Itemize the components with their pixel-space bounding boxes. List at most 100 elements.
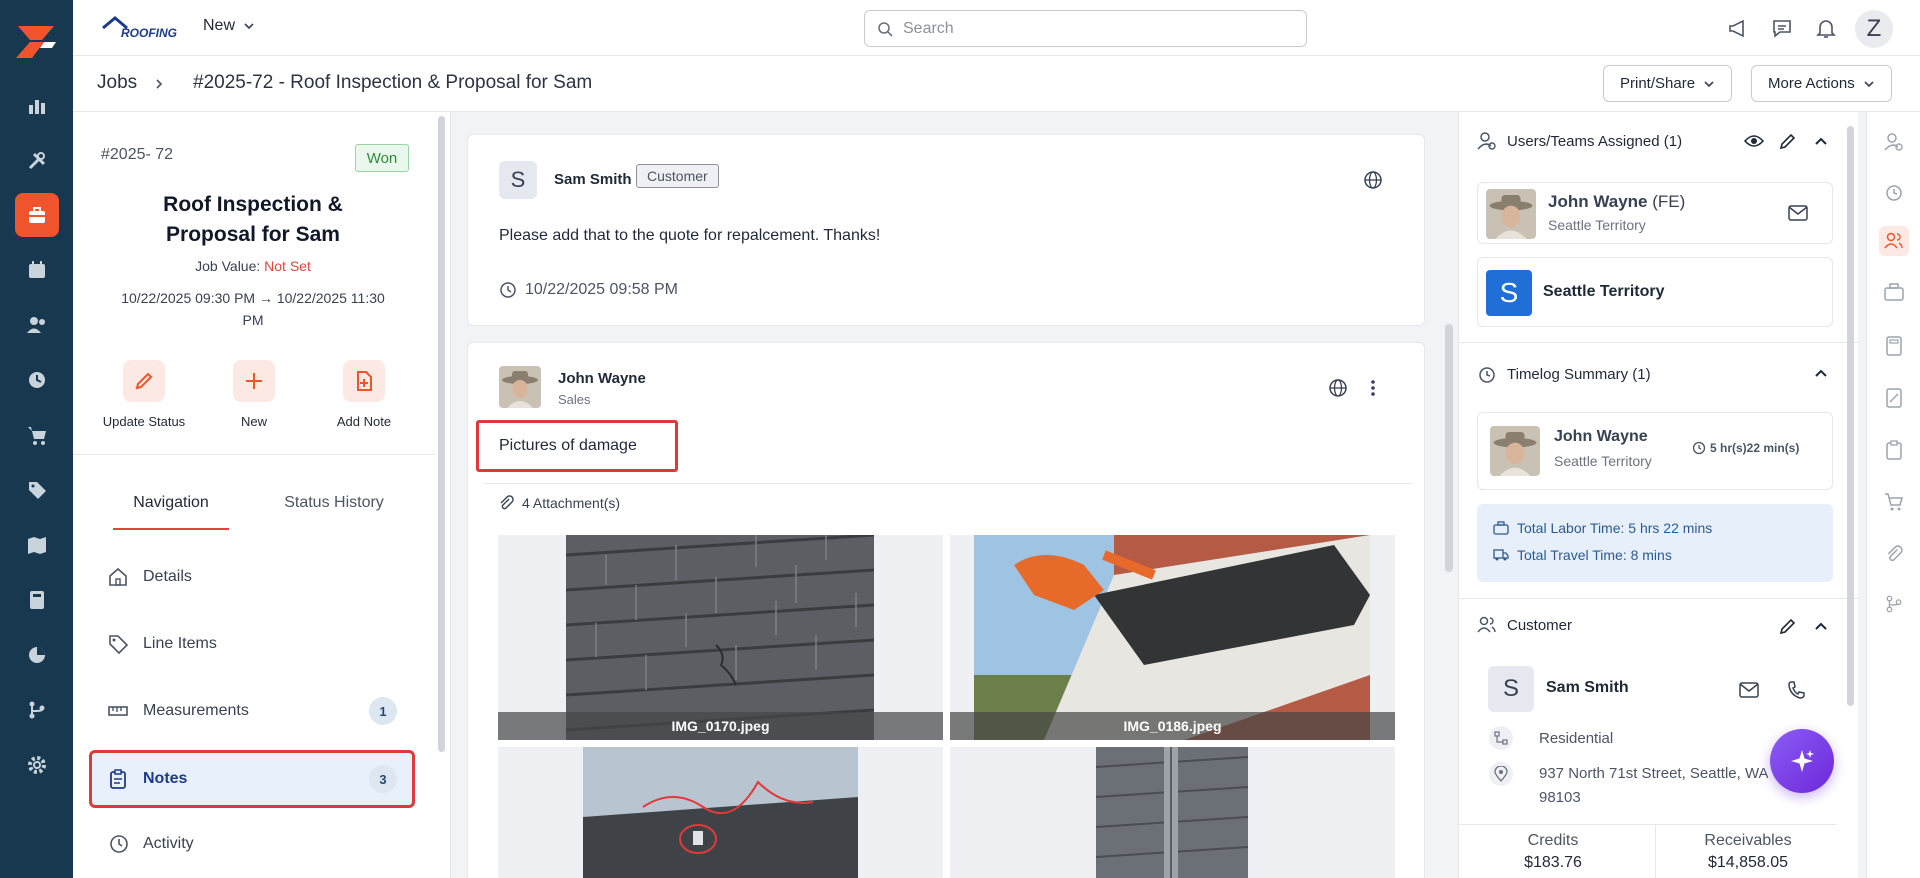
chat-icon[interactable] bbox=[1768, 14, 1796, 42]
add-note-button[interactable]: Add Note bbox=[309, 360, 419, 429]
nav-item-label: Notes bbox=[143, 770, 188, 787]
tab-navigation[interactable]: Navigation bbox=[113, 490, 229, 530]
pencil-icon[interactable] bbox=[1779, 617, 1797, 635]
assigned-team-card[interactable]: S Seattle Territory bbox=[1477, 257, 1833, 327]
attachment-image[interactable] bbox=[950, 747, 1395, 878]
briefcase-icon[interactable] bbox=[1880, 278, 1908, 306]
pencil-icon[interactable] bbox=[1779, 132, 1797, 150]
add-document-icon bbox=[343, 360, 385, 402]
print-share-label: Print/Share bbox=[1620, 75, 1696, 92]
note-author: John Wayne bbox=[558, 370, 646, 387]
globe-icon[interactable] bbox=[1328, 378, 1348, 398]
timer-icon[interactable] bbox=[1880, 178, 1908, 206]
total-labor-row: Total Labor Time: 5 hrs 22 mins bbox=[1493, 520, 1712, 536]
assigned-user-card[interactable]: John Wayne (FE) Seattle Territory bbox=[1477, 182, 1833, 244]
new-menu[interactable]: New bbox=[203, 17, 255, 35]
divider bbox=[1459, 342, 1859, 343]
new-button[interactable]: New bbox=[199, 360, 309, 429]
megaphone-icon[interactable] bbox=[1724, 14, 1752, 42]
cart-icon[interactable] bbox=[15, 413, 59, 457]
job-number: #2025- 72 bbox=[101, 146, 174, 163]
nav-item-notes[interactable]: Notes 3 bbox=[89, 750, 415, 808]
print-share-button[interactable]: Print/Share bbox=[1603, 65, 1733, 102]
cart-icon[interactable] bbox=[1880, 488, 1908, 516]
chevron-down-icon bbox=[1704, 80, 1714, 87]
truck-icon bbox=[1493, 549, 1509, 561]
jobs-briefcase-icon[interactable] bbox=[15, 193, 59, 237]
users-icon[interactable] bbox=[1879, 226, 1909, 256]
settings-gear-icon[interactable] bbox=[15, 743, 59, 787]
estimate-icon[interactable] bbox=[1880, 384, 1908, 412]
pie-chart-icon[interactable] bbox=[15, 633, 59, 677]
more-actions-button[interactable]: More Actions bbox=[1751, 65, 1892, 102]
calendar-icon[interactable] bbox=[15, 248, 59, 292]
more-vertical-icon[interactable] bbox=[1363, 378, 1383, 398]
attachment-caption: IMG_0186.jpeg bbox=[950, 712, 1395, 740]
page-title: #2025-72 - Roof Inspection & Proposal fo… bbox=[193, 72, 593, 93]
chevron-down-icon bbox=[1864, 80, 1874, 87]
right-panel-scrollbar[interactable] bbox=[1847, 126, 1854, 706]
tools-icon[interactable] bbox=[15, 139, 59, 183]
attachment-image[interactable]: IMG_0170.jpeg bbox=[498, 535, 943, 740]
globe-icon[interactable] bbox=[1363, 170, 1383, 190]
chevron-up-icon[interactable] bbox=[1814, 619, 1828, 633]
nav-item-activity[interactable]: Activity bbox=[91, 817, 413, 871]
center-scrollbar[interactable] bbox=[1445, 324, 1453, 572]
workflow-icon[interactable] bbox=[15, 688, 59, 732]
job-value-amount: Not Set bbox=[264, 258, 311, 274]
ai-assistant-button[interactable] bbox=[1770, 729, 1834, 793]
left-panel-scrollbar[interactable] bbox=[438, 116, 445, 752]
ruler-icon bbox=[108, 706, 128, 716]
tab-status-history[interactable]: Status History bbox=[269, 490, 399, 530]
user-settings-icon[interactable] bbox=[1880, 128, 1908, 156]
contacts-icon[interactable] bbox=[15, 303, 59, 347]
update-status-button[interactable]: Update Status bbox=[89, 360, 199, 429]
history-icon bbox=[110, 835, 128, 853]
calculator-icon[interactable] bbox=[15, 578, 59, 622]
note-card: John Wayne Sales Pictures of damage 4 At… bbox=[467, 342, 1425, 878]
chevron-up-icon[interactable] bbox=[1814, 134, 1828, 148]
job-dates-line1: 10/22/2025 09:30 PM → 10/22/2025 11:30 bbox=[121, 290, 385, 306]
nav-item-line-items[interactable]: Line Items bbox=[91, 617, 413, 671]
customer-title: Customer bbox=[1507, 616, 1573, 634]
job-value: Job Value: Not Set bbox=[103, 258, 403, 274]
note-body: Pictures of damage bbox=[476, 420, 678, 472]
timelog-user-name: John Wayne bbox=[1554, 428, 1648, 445]
clipboard-icon[interactable] bbox=[1880, 436, 1908, 464]
nav-item-measurements[interactable]: Measurements 1 bbox=[91, 684, 413, 738]
mail-icon[interactable] bbox=[1788, 205, 1808, 221]
breadcrumb-jobs-link[interactable]: Jobs bbox=[97, 72, 137, 94]
paperclip-icon[interactable] bbox=[1880, 540, 1908, 568]
divider bbox=[73, 454, 435, 455]
job-title-line1: Roof Inspection & bbox=[163, 193, 343, 216]
reports-icon[interactable] bbox=[15, 84, 59, 128]
team-avatar: S bbox=[1486, 270, 1532, 316]
tag-icon[interactable] bbox=[15, 468, 59, 512]
bell-icon[interactable] bbox=[1812, 14, 1840, 42]
chevron-up-icon[interactable] bbox=[1814, 366, 1828, 380]
timelog-entry[interactable]: John Wayne Seattle Territory 5 hr(s)22 m… bbox=[1477, 412, 1833, 490]
eye-icon[interactable] bbox=[1744, 133, 1764, 149]
app-logo-icon[interactable] bbox=[14, 18, 59, 63]
user-avatar[interactable]: Z bbox=[1855, 10, 1893, 48]
workflow-icon[interactable] bbox=[1880, 590, 1908, 618]
new-label: New bbox=[240, 414, 267, 429]
avatar: S bbox=[499, 161, 537, 199]
note-author-role: Sales bbox=[558, 392, 591, 407]
assigned-user-name: John Wayne (FE) bbox=[1548, 192, 1685, 212]
nav-item-details[interactable]: Details bbox=[91, 550, 413, 604]
attachment-image[interactable]: IMG_0186.jpeg bbox=[950, 535, 1395, 740]
brand-logo[interactable]: ROOFING bbox=[101, 14, 181, 40]
left-rail bbox=[0, 0, 73, 878]
map-icon[interactable] bbox=[15, 523, 59, 567]
team-name: Seattle Territory bbox=[1543, 283, 1665, 300]
search-input[interactable] bbox=[903, 19, 1283, 38]
phone-icon[interactable] bbox=[1787, 680, 1805, 700]
attachment-image[interactable] bbox=[498, 747, 943, 878]
customer-name[interactable]: Sam Smith bbox=[1546, 679, 1629, 697]
user-name: John Wayne bbox=[1548, 192, 1648, 211]
hierarchy-icon bbox=[1489, 726, 1513, 750]
calculator-icon[interactable] bbox=[1880, 332, 1908, 360]
mail-icon[interactable] bbox=[1739, 682, 1759, 698]
clock-icon[interactable] bbox=[15, 358, 59, 402]
